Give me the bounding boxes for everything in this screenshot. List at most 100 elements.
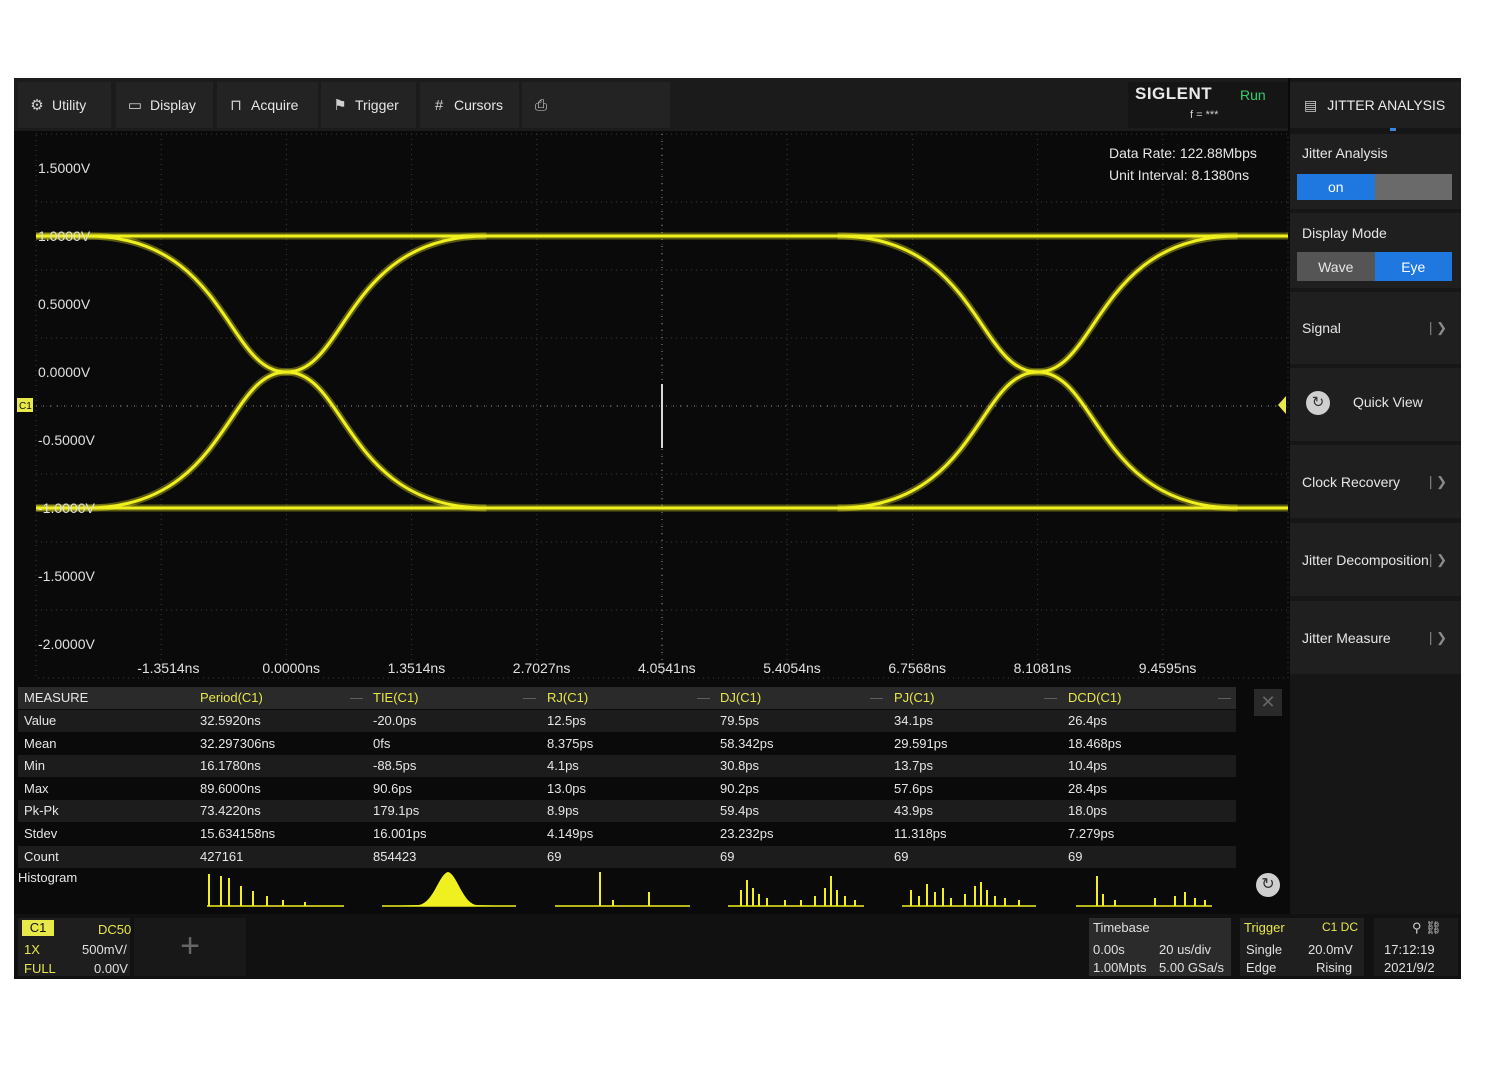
plus-icon: + [180, 927, 200, 965]
histogram-bar [1204, 900, 1206, 906]
measure-cell: 12.5ps [547, 713, 587, 728]
column-menu-icon[interactable]: — [1218, 690, 1231, 705]
histogram-bar [228, 878, 230, 906]
acquire-menu[interactable]: ⊓ Acquire [217, 82, 318, 128]
column-menu-icon[interactable]: — [1044, 690, 1057, 705]
measure-column-header[interactable]: DCD(C1) [1068, 690, 1121, 705]
measure-cell: 8.375ps [547, 735, 594, 751]
toggle-off[interactable] [1374, 174, 1452, 200]
chevron-right-icon: ❘❯ [1425, 630, 1447, 645]
jitter-analysis-label: Jitter Analysis [1302, 145, 1388, 161]
time-axis-label: 6.7568ns [888, 660, 946, 676]
quick-view-item[interactable]: ↻ Quick View [1290, 368, 1461, 441]
jitter-analysis-panel: ▤ JITTER ANALYSIS Jitter Analysis on Dis… [1290, 78, 1461, 979]
measure-cell: Pk-Pk [24, 803, 59, 819]
siglent-logo: SIGLENT [1135, 84, 1213, 103]
histogram-bar [612, 900, 614, 906]
histogram-bar [208, 874, 210, 906]
channel-tag: C1 [22, 920, 54, 936]
utility-menu[interactable]: ⚙ Utility [18, 82, 111, 128]
trigger-slope: Rising [1316, 960, 1353, 975]
usb-icon: ⚲ ⛓ [1412, 920, 1442, 935]
column-menu-icon[interactable]: — [870, 690, 883, 705]
voltage-axis-label: 1.0000V [38, 228, 91, 244]
channel-coupling: DC50 [98, 922, 132, 937]
jitter-decomposition-item[interactable]: Jitter Decomposition ❘❯ [1290, 523, 1461, 596]
display-mode-eye[interactable]: Eye [1374, 252, 1452, 281]
channel-info-box[interactable]: C1 DC50 1X 500mV/ FULL 0.00V [18, 918, 132, 976]
document-icon: ▤ [1304, 96, 1318, 113]
refresh-icon[interactable]: ↻ [1256, 873, 1280, 897]
clock-recovery-item[interactable]: Clock Recovery ❘❯ [1290, 445, 1461, 518]
screenshot-button[interactable]: ⎙ [522, 82, 670, 128]
histogram-bar [740, 890, 742, 906]
histogram-bar [824, 888, 826, 906]
histogram-bar [814, 896, 816, 906]
display-mode-toggle[interactable]: Wave Eye [1297, 252, 1452, 281]
measure-column-header[interactable]: DJ(C1) [720, 690, 761, 705]
timebase-box[interactable]: Timebase 0.00s 20 us/div 1.00Mpts 5.00 G… [1089, 918, 1231, 976]
chevron-right-icon: ❘❯ [1425, 320, 1447, 335]
jitter-measure-label: Jitter Measure [1302, 630, 1391, 646]
time-axis-label: 4.0541ns [638, 660, 696, 676]
run-state[interactable]: Run [1240, 87, 1266, 103]
measure-cell: 59.4ps [720, 803, 760, 819]
measure-cell: Stdev [24, 826, 58, 841]
histogram-bar [1096, 876, 1098, 906]
column-menu-icon[interactable]: — [350, 690, 363, 705]
histogram-bar [910, 890, 912, 906]
toggle-on[interactable]: on [1297, 174, 1375, 200]
trigger-type: Edge [1246, 960, 1277, 975]
histogram-bar [844, 896, 846, 906]
measure-header-row: MEASURE Period(C1) — TIE(C1) — RJ(C1) — DJ(C1) —… [18, 687, 1236, 709]
measure-cell: 79.5ps [720, 713, 760, 728]
histogram-bar [980, 882, 982, 906]
measure-row: Mean 32.297306ns 0fs 8.375ps 58.342ps 29.591p… [18, 733, 1236, 755]
trigger-menu[interactable]: ⚑ Trigger [321, 82, 416, 128]
voltage-axis-label: -0.5000V [38, 432, 95, 448]
add-channel-button[interactable]: + [134, 918, 246, 976]
display-mode-wave[interactable]: Wave [1297, 252, 1375, 281]
histogram-bar [266, 896, 268, 906]
flag-icon: ⚑ [333, 97, 347, 114]
cursors-menu[interactable]: # Cursors [420, 82, 519, 128]
measure-cell: 179.1ps [373, 803, 420, 819]
measure-column-header[interactable]: TIE(C1) [373, 690, 419, 705]
measure-cell: -20.0ps [373, 713, 417, 728]
voltage-axis-label: 0.0000V [38, 364, 91, 380]
column-menu-icon[interactable]: — [523, 690, 536, 705]
trigger-level-marker[interactable] [1278, 396, 1286, 414]
histogram-bar [926, 884, 928, 906]
measure-row: Value 32.5920ns -20.0ps 12.5ps 79.5ps 34.1ps 2… [18, 710, 1236, 732]
measure-cell: 18.468ps [1068, 735, 1122, 751]
measure-column-header[interactable]: Period(C1) [200, 690, 263, 705]
histogram-bar [964, 894, 966, 906]
column-menu-icon[interactable]: — [697, 690, 710, 705]
measure-cell: 30.8ps [720, 758, 760, 774]
jitter-analysis-toggle[interactable]: on [1297, 174, 1452, 200]
measure-column-header[interactable]: PJ(C1) [894, 690, 934, 705]
jitter-measure-item[interactable]: Jitter Measure ❘❯ [1290, 601, 1461, 674]
screenshot-icon: ⎙ [534, 96, 547, 114]
signal-menu-item[interactable]: Signal ❘❯ [1290, 292, 1461, 364]
measure-cell: 10.4ps [1068, 758, 1108, 774]
timebase-label: Timebase [1093, 920, 1150, 935]
histogram-bar [784, 900, 786, 906]
measure-cell: 57.6ps [894, 780, 934, 796]
display-label: Display [150, 97, 196, 113]
monitor-icon: ▭ [127, 97, 143, 114]
histogram-bar [830, 876, 832, 906]
measure-row: Pk-Pk 73.4220ns 179.1ps 8.9ps 59.4ps 43.9ps 18… [18, 800, 1236, 823]
measure-cell: 0fs [373, 735, 391, 751]
acquire-label: Acquire [251, 97, 299, 113]
close-icon[interactable]: ✕ [1254, 689, 1282, 716]
trigger-label-text: Trigger [1244, 920, 1285, 935]
eye-diagram-display[interactable]: Data Rate: 122.88Mbps Unit Interval: 8.1… [14, 131, 1290, 687]
histogram-bar [758, 894, 760, 906]
trigger-box[interactable]: Trigger C1 DC Single 20.0mV Edge Rising [1240, 918, 1364, 976]
histogram-bar [918, 896, 920, 906]
measure-cell: 16.001ps [373, 826, 427, 841]
measure-column-header[interactable]: RJ(C1) [547, 690, 588, 705]
timebase-memory: 1.00Mpts [1093, 960, 1147, 975]
display-menu[interactable]: ▭ Display [116, 82, 213, 128]
